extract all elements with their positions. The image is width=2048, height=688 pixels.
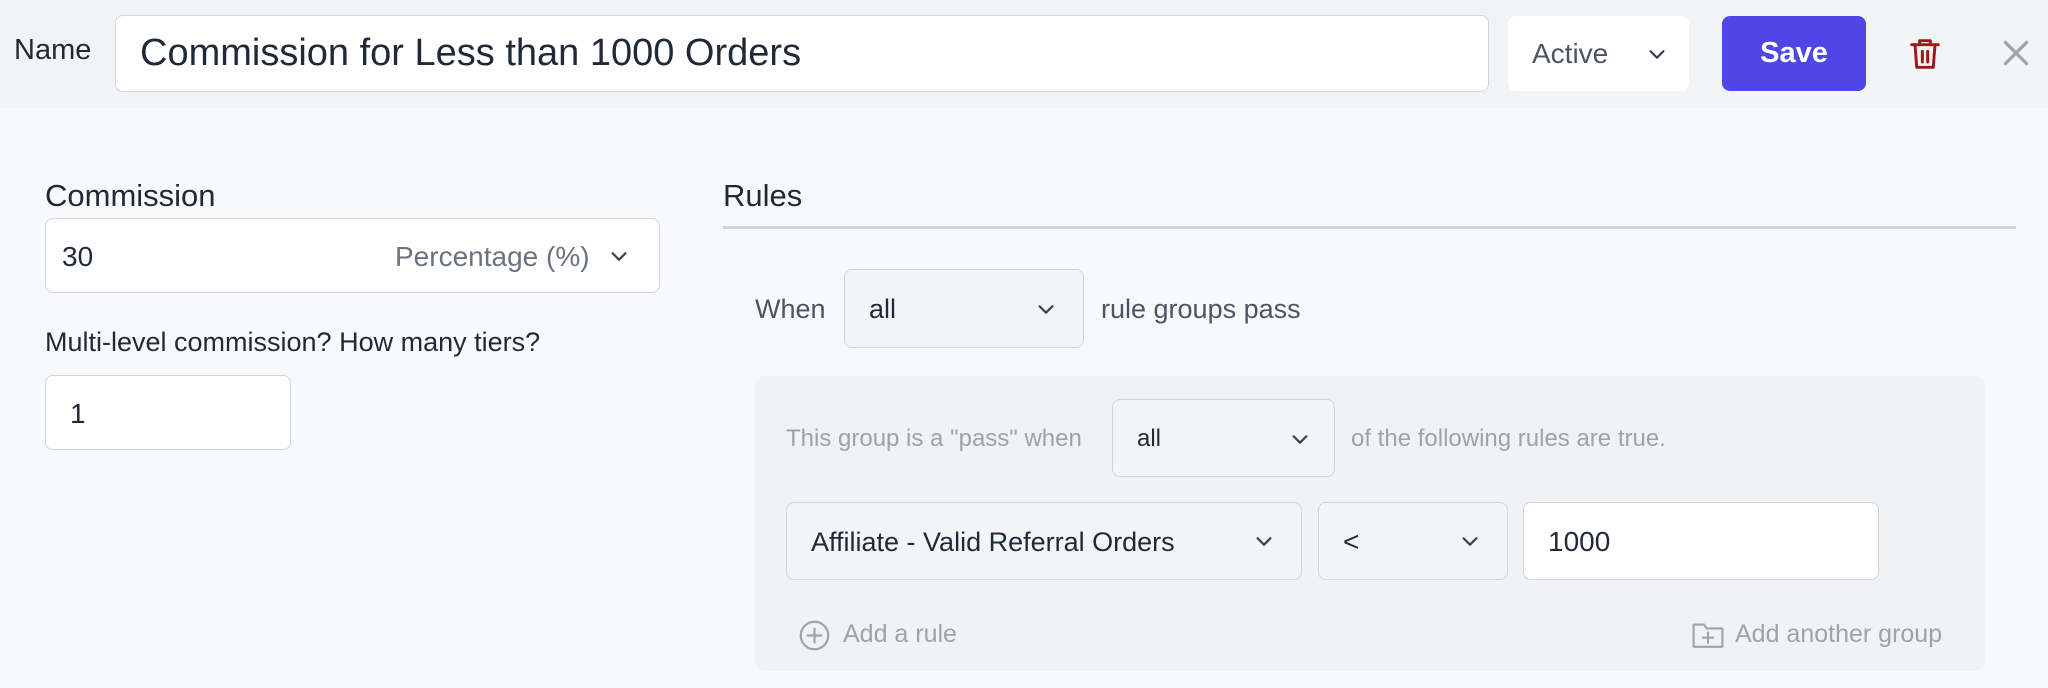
tiers-value: 1	[70, 398, 86, 429]
tiers-input[interactable]: 1	[45, 375, 291, 450]
rule-operator-select[interactable]: <	[1318, 502, 1508, 580]
tiers-label: Multi-level commission? How many tiers?	[45, 327, 541, 357]
rules-title: Rules	[723, 178, 803, 213]
commission-field: 30 Percentage (%)	[45, 218, 660, 293]
plus-circle-icon	[798, 619, 831, 652]
name-label: Name	[14, 34, 92, 66]
chevron-down-icon	[1459, 530, 1481, 552]
chevron-down-icon	[1253, 530, 1275, 552]
chevron-down-icon	[1035, 298, 1057, 320]
name-input[interactable]: Commission for Less than 1000 Orders	[115, 15, 1489, 92]
save-button[interactable]: Save	[1722, 16, 1866, 91]
rule-field-select[interactable]: Affiliate - Valid Referral Orders	[786, 502, 1302, 580]
header-bar: Name Commission for Less than 1000 Order…	[0, 0, 2048, 108]
group-match-value: all	[1137, 425, 1162, 452]
when-label: When	[755, 294, 826, 324]
when-select[interactable]: all	[844, 269, 1084, 348]
when-value: all	[869, 294, 897, 324]
rules-divider	[723, 226, 2016, 229]
when-suffix: rule groups pass	[1101, 294, 1301, 324]
status-select[interactable]: Active	[1508, 16, 1689, 91]
chevron-down-icon	[1646, 43, 1668, 65]
trash-icon[interactable]	[1909, 36, 1941, 72]
group-suffix: of the following rules are true.	[1351, 425, 1666, 452]
folder-plus-icon	[1691, 619, 1725, 651]
add-rule-link[interactable]: Add a rule	[798, 617, 978, 653]
rule-field-value: Affiliate - Valid Referral Orders	[811, 527, 1175, 557]
commission-type-select[interactable]: Percentage (%)	[395, 241, 590, 273]
status-value: Active	[1532, 38, 1609, 69]
add-group-link[interactable]: Add another group	[1691, 617, 1951, 653]
rule-value-input[interactable]: 1000	[1523, 502, 1879, 580]
rule-value: 1000	[1548, 526, 1611, 557]
rule-operator-value: <	[1343, 526, 1360, 557]
commission-amount-input[interactable]: 30	[62, 241, 93, 273]
close-icon[interactable]	[2000, 37, 2032, 69]
commission-title: Commission	[45, 178, 216, 213]
group-match-select[interactable]: all	[1112, 399, 1335, 477]
add-group-label: Add another group	[1735, 620, 1943, 648]
chevron-down-icon	[1289, 428, 1311, 450]
group-prefix: This group is a "pass" when	[786, 425, 1082, 452]
chevron-down-icon	[608, 245, 630, 267]
add-rule-label: Add a rule	[843, 620, 957, 648]
